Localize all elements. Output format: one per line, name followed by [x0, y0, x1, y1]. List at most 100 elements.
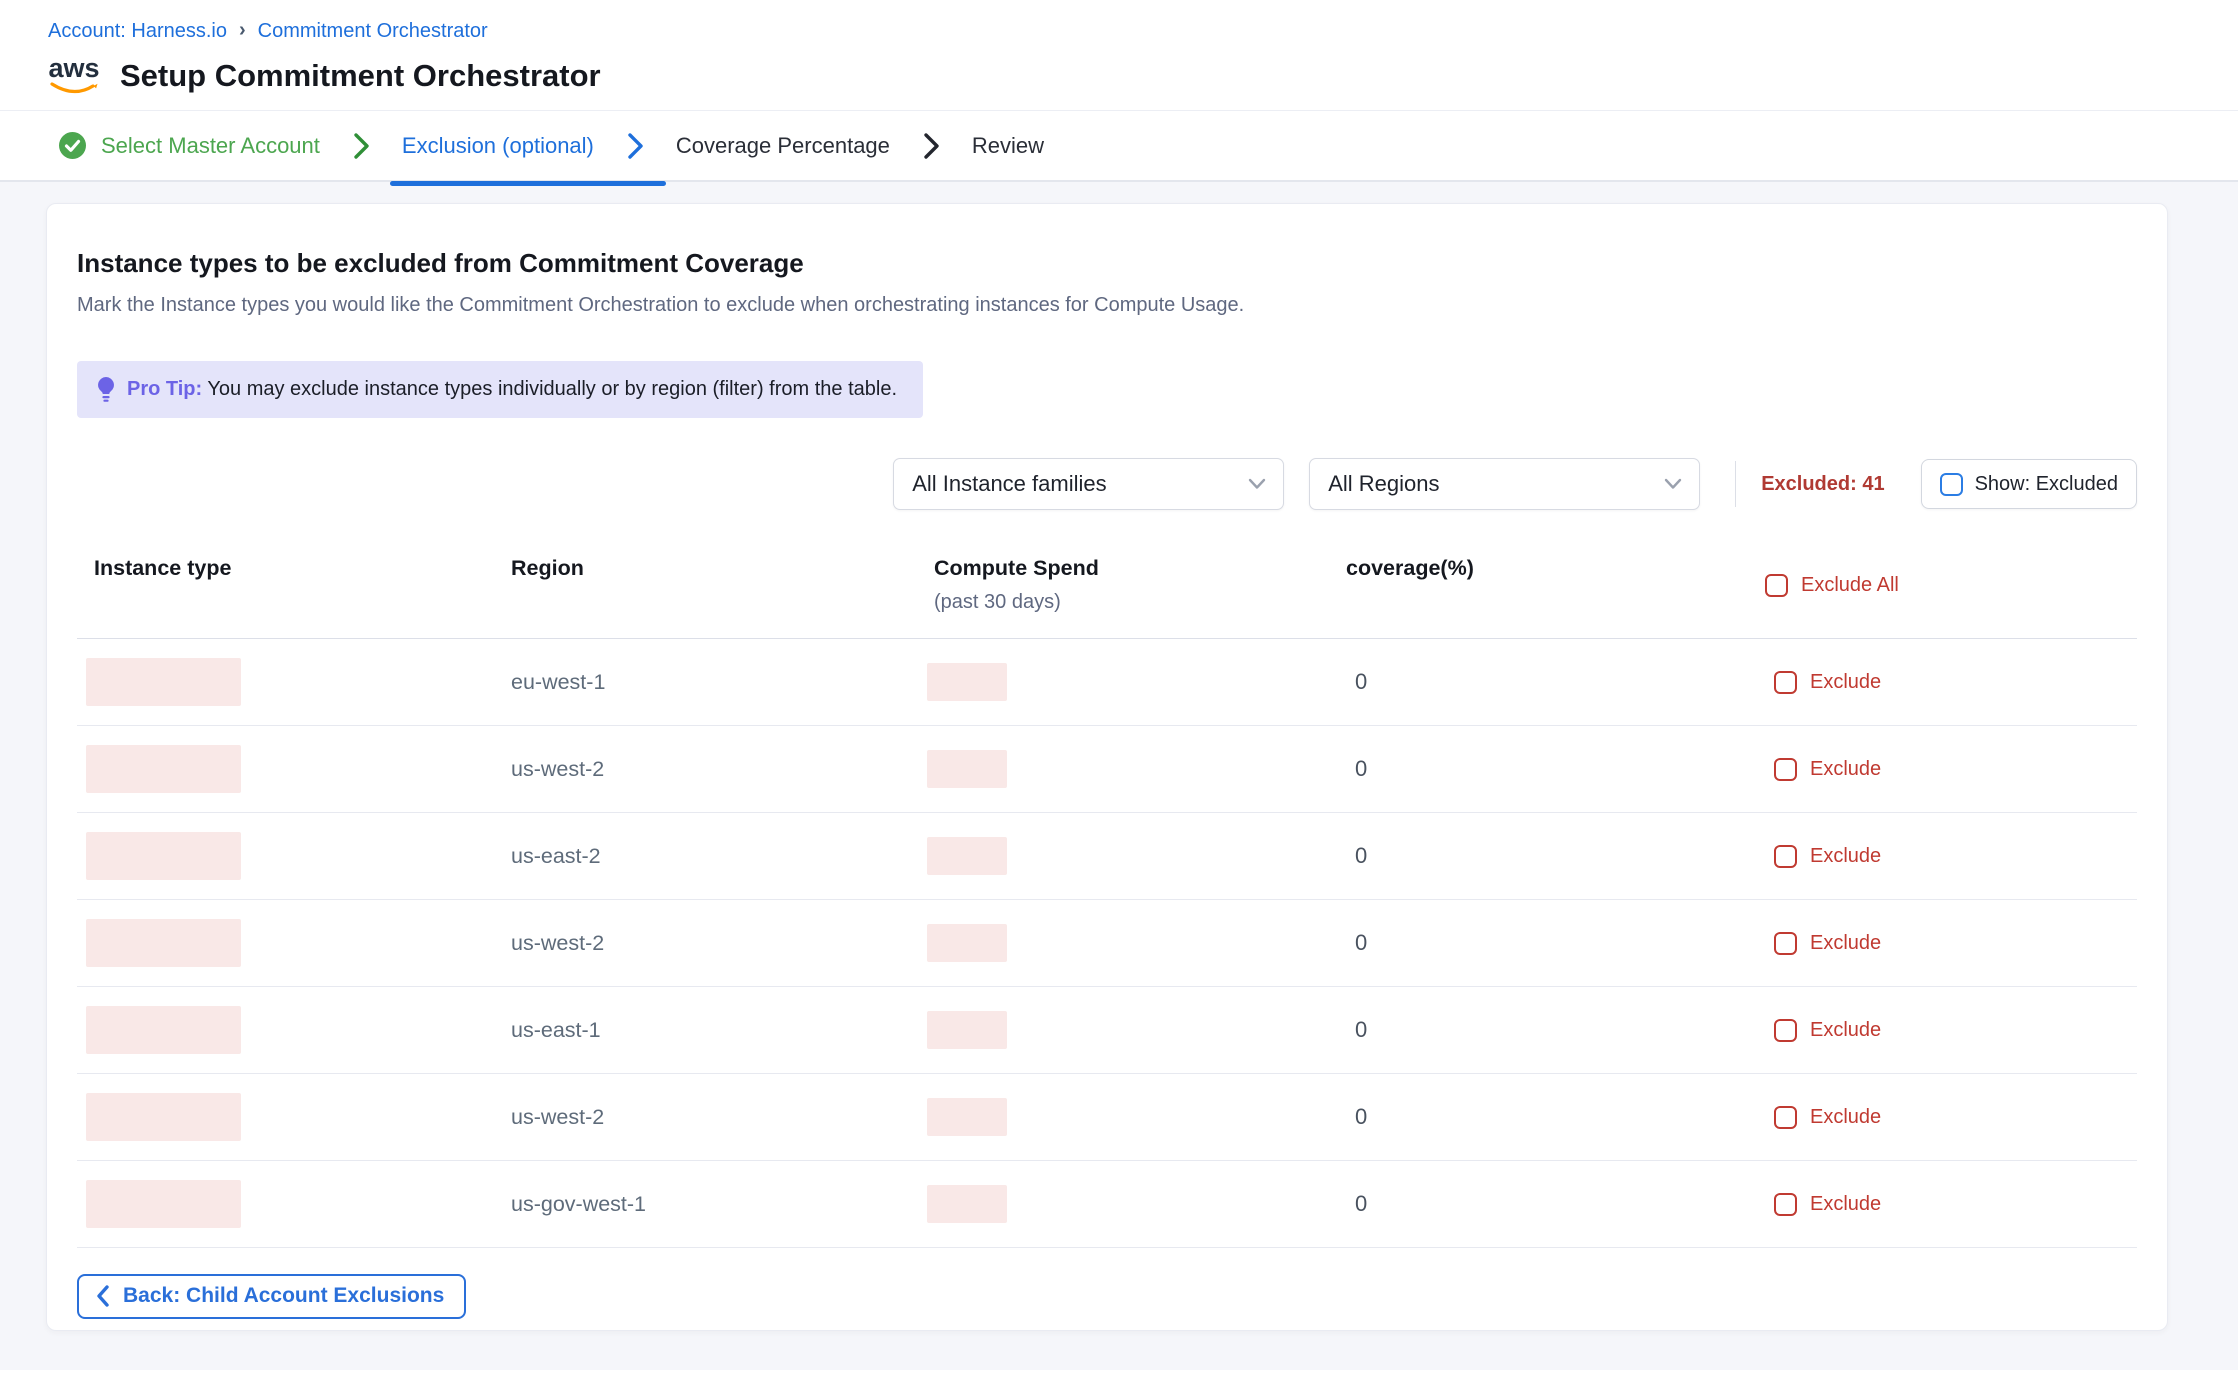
exclude-label: Exclude	[1810, 1106, 1881, 1129]
exclude-checkbox[interactable]	[1774, 1193, 1797, 1216]
region-cell: us-west-2	[494, 931, 917, 956]
exclude-all-label: Exclude All	[1801, 574, 1899, 597]
compute-spend-cell	[917, 1011, 1329, 1049]
redacted-compute-spend	[927, 1098, 1007, 1136]
card-subtitle: Mark the Instance types you would like t…	[77, 294, 2137, 317]
redacted-compute-spend	[927, 663, 1007, 701]
redacted-instance-type	[86, 658, 241, 706]
compute-spend-cell	[917, 663, 1329, 701]
compute-spend-cell	[917, 1185, 1329, 1223]
chevron-left-icon	[95, 1284, 111, 1308]
breadcrumb: Account: Harness.io › Commitment Orchest…	[48, 20, 2238, 43]
step-select-master-account[interactable]: Select Master Account	[58, 131, 320, 160]
col-header-compute-spend: Compute Spend (past 30 days)	[917, 556, 1329, 614]
table-body: eu-west-1 0 Exclude us-west-2 0 Exclude …	[77, 639, 2137, 1248]
coverage-cell: 0	[1329, 756, 1748, 782]
pro-tip-text: You may exclude instance types individua…	[207, 378, 897, 400]
page-title: Setup Commitment Orchestrator	[120, 58, 601, 94]
exclusion-card: Instance types to be excluded from Commi…	[46, 203, 2168, 1331]
exclude-control[interactable]: Exclude	[1748, 932, 2137, 955]
instance-type-cell	[77, 919, 494, 967]
compute-spend-cell	[917, 924, 1329, 962]
back-button[interactable]: Back: Child Account Exclusions	[77, 1274, 466, 1319]
exclude-control[interactable]: Exclude	[1748, 1019, 2137, 1042]
redacted-compute-spend	[927, 1185, 1007, 1223]
exclude-checkbox[interactable]	[1774, 932, 1797, 955]
redacted-instance-type	[86, 919, 241, 967]
step-exclusion[interactable]: Exclusion (optional)	[402, 133, 594, 159]
breadcrumb-page-link[interactable]: Commitment Orchestrator	[258, 20, 488, 43]
exclude-control[interactable]: Exclude	[1748, 1193, 2137, 1216]
exclude-label: Exclude	[1810, 1019, 1881, 1042]
redacted-compute-spend	[927, 1011, 1007, 1049]
region-cell: us-west-2	[494, 1105, 917, 1130]
table-row: us-gov-west-1 0 Exclude	[77, 1161, 2137, 1248]
show-excluded-toggle[interactable]: Show: Excluded	[1921, 459, 2137, 509]
exclude-checkbox[interactable]	[1774, 671, 1797, 694]
exclude-control[interactable]: Exclude	[1748, 845, 2137, 868]
compute-spend-cell	[917, 750, 1329, 788]
table-row: us-west-2 0 Exclude	[77, 1074, 2137, 1161]
redacted-instance-type	[86, 1180, 241, 1228]
pro-tip-banner: Pro Tip: You may exclude instance types …	[77, 361, 923, 418]
redacted-instance-type	[86, 1093, 241, 1141]
redacted-instance-type	[86, 832, 241, 880]
exclude-all-checkbox[interactable]	[1765, 574, 1788, 597]
instance-families-dropdown[interactable]: All Instance families	[893, 458, 1284, 510]
coverage-cell: 0	[1329, 1104, 1748, 1130]
table-row: us-east-1 0 Exclude	[77, 987, 2137, 1074]
chevron-right-icon	[624, 131, 646, 161]
compute-spend-cell	[917, 1098, 1329, 1136]
regions-dropdown[interactable]: All Regions	[1309, 458, 1700, 510]
table-row: us-west-2 0 Exclude	[77, 900, 2137, 987]
check-circle-icon	[58, 131, 87, 160]
coverage-cell: 0	[1329, 1191, 1748, 1217]
wizard-stepper: Select Master Account Exclusion (optiona…	[0, 110, 2238, 182]
step-coverage-percentage[interactable]: Coverage Percentage	[676, 133, 890, 159]
exclude-label: Exclude	[1810, 1193, 1881, 1216]
filter-divider	[1735, 461, 1736, 507]
chevron-right-icon	[350, 131, 372, 161]
region-cell: eu-west-1	[494, 670, 917, 695]
table-header-row: Instance type Region Compute Spend (past…	[77, 556, 2137, 639]
compute-spend-cell	[917, 837, 1329, 875]
show-excluded-checkbox[interactable]	[1940, 473, 1963, 496]
top-header: Account: Harness.io › Commitment Orchest…	[0, 0, 2238, 96]
chevron-right-icon	[920, 131, 942, 161]
col-header-region: Region	[494, 556, 917, 614]
redacted-compute-spend	[927, 837, 1007, 875]
region-cell: us-east-1	[494, 1018, 917, 1043]
exclude-label: Exclude	[1810, 845, 1881, 868]
exclude-checkbox[interactable]	[1774, 1106, 1797, 1129]
exclusions-table: Instance type Region Compute Spend (past…	[77, 556, 2137, 1248]
exclude-label: Exclude	[1810, 671, 1881, 694]
col-header-coverage: coverage(%)	[1329, 556, 1748, 614]
filter-row: All Instance families All Regions Exclud…	[77, 458, 2137, 510]
exclude-all-control[interactable]: Exclude All	[1748, 556, 2137, 614]
excluded-count-badge: Excluded: 41	[1761, 473, 1884, 496]
exclude-checkbox[interactable]	[1774, 758, 1797, 781]
exclude-control[interactable]: Exclude	[1748, 671, 2137, 694]
coverage-cell: 0	[1329, 1017, 1748, 1043]
instance-type-cell	[77, 745, 494, 793]
region-cell: us-west-2	[494, 757, 917, 782]
card-title: Instance types to be excluded from Commi…	[77, 248, 2137, 279]
table-row: us-east-2 0 Exclude	[77, 813, 2137, 900]
coverage-cell: 0	[1329, 930, 1748, 956]
redacted-compute-spend	[927, 924, 1007, 962]
breadcrumb-account-link[interactable]: Account: Harness.io	[48, 20, 227, 43]
region-cell: us-gov-west-1	[494, 1192, 917, 1217]
exclude-checkbox[interactable]	[1774, 1019, 1797, 1042]
exclude-label: Exclude	[1810, 758, 1881, 781]
instance-type-cell	[77, 1180, 494, 1228]
exclude-control[interactable]: Exclude	[1748, 758, 2137, 781]
coverage-cell: 0	[1329, 843, 1748, 869]
coverage-cell: 0	[1329, 669, 1748, 695]
exclude-checkbox[interactable]	[1774, 845, 1797, 868]
instance-type-cell	[77, 1006, 494, 1054]
redacted-instance-type	[86, 745, 241, 793]
chevron-down-icon	[1663, 477, 1683, 491]
step-review[interactable]: Review	[972, 133, 1044, 159]
chevron-down-icon	[1247, 477, 1267, 491]
exclude-control[interactable]: Exclude	[1748, 1106, 2137, 1129]
